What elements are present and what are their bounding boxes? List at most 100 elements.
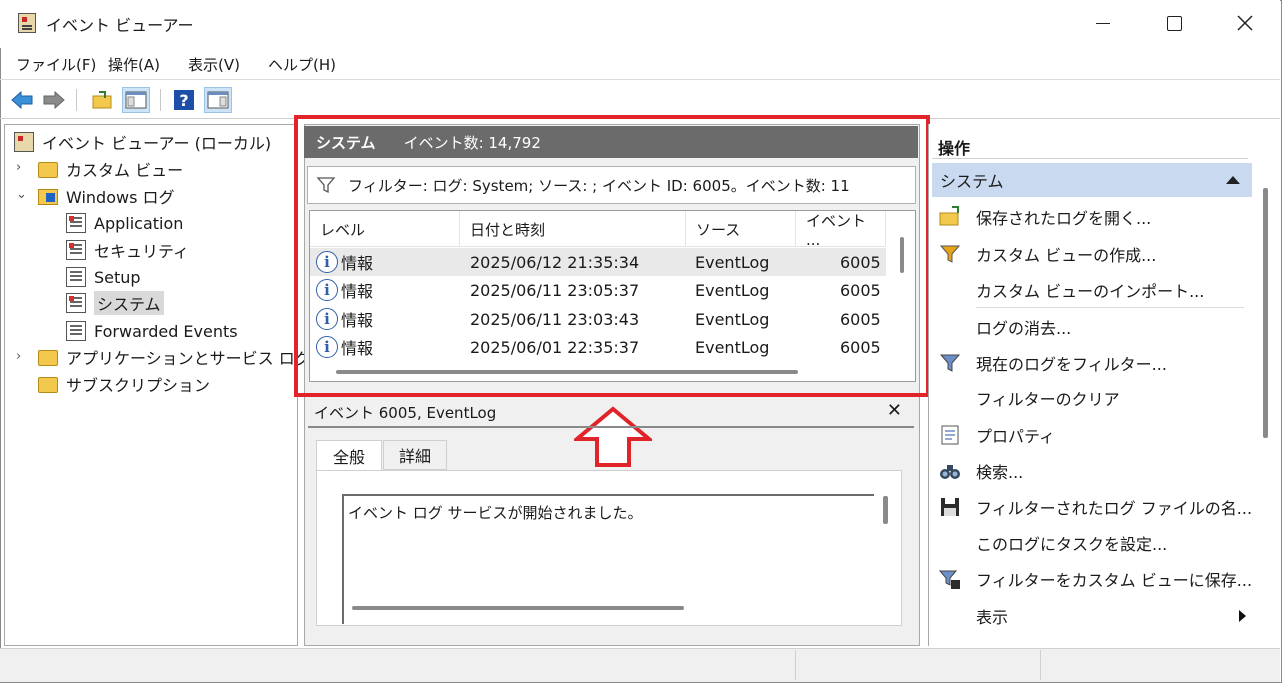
- tree-item-label: Setup: [94, 267, 141, 287]
- menu-file[interactable]: ファイル(F): [16, 54, 96, 75]
- column-event-id[interactable]: イベント ...: [796, 211, 886, 249]
- tree-item-label: サブスクリプション: [66, 376, 211, 395]
- action-clear-filter[interactable]: フィルターのクリア: [938, 383, 1248, 413]
- minimize-button[interactable]: [1080, 0, 1126, 46]
- actions-vertical-scrollbar[interactable]: [1263, 188, 1268, 438]
- cell-event-id: 6005: [840, 337, 881, 357]
- action-clear-log[interactable]: ログの消去...: [938, 312, 1248, 342]
- column-datetime[interactable]: 日付と時刻: [460, 211, 686, 247]
- menu-action[interactable]: 操作(A): [108, 54, 160, 75]
- tree-item-label: カスタム ビュー: [66, 161, 184, 180]
- action-save-filtered-log[interactable]: フィルターされたログ ファイルの名...: [938, 492, 1252, 522]
- action-label: 保存されたログを開く...: [976, 209, 1152, 228]
- chevron-right-icon[interactable]: ›: [16, 161, 26, 174]
- back-button[interactable]: [8, 87, 36, 113]
- forward-button[interactable]: [40, 87, 68, 113]
- tree-item-custom-views[interactable]: カスタム ビュー: [38, 157, 183, 181]
- log-icon: [66, 293, 86, 313]
- tree-item-security[interactable]: セキュリティ: [66, 238, 189, 262]
- collapse-caret-icon[interactable]: [1226, 176, 1240, 184]
- grid-horizontal-scrollbar[interactable]: [336, 370, 798, 374]
- action-label: フィルターされたログ ファイルの名...: [976, 499, 1253, 518]
- submenu-arrow-icon: [1239, 610, 1246, 622]
- grid-vertical-scrollbar[interactable]: [900, 237, 904, 273]
- action-properties[interactable]: プロパティ: [938, 420, 1248, 450]
- action-import-custom-view[interactable]: カスタム ビューのインポート...: [938, 275, 1248, 305]
- filter-icon: [939, 354, 961, 372]
- show-actions-button[interactable]: [204, 87, 232, 113]
- blank-icon: [938, 315, 962, 339]
- properties-icon: [941, 425, 959, 445]
- tree-item-application[interactable]: Application: [66, 211, 183, 235]
- maximize-button[interactable]: [1151, 0, 1197, 46]
- help-button[interactable]: ?: [170, 87, 198, 113]
- svg-text:?: ?: [179, 91, 188, 110]
- maximize-icon: [1166, 15, 1182, 31]
- table-row[interactable]: i 情報 2025/06/12 21:35:34 EventLog 6005: [310, 248, 886, 276]
- tree-item-windows-logs[interactable]: Windows ログ: [38, 184, 175, 208]
- action-find[interactable]: 検索...: [938, 456, 1248, 486]
- section-label: システム: [940, 172, 1004, 191]
- action-open-saved-log[interactable]: 保存されたログを開く...: [938, 202, 1248, 232]
- tab-details[interactable]: 詳細: [383, 440, 447, 470]
- table-row[interactable]: i 情報 2025/06/01 22:35:37 EventLog 6005: [310, 333, 886, 361]
- divider: [976, 307, 1244, 308]
- action-create-custom-view[interactable]: カスタム ビューの作成...: [938, 239, 1248, 269]
- description-vertical-scrollbar[interactable]: [883, 496, 888, 524]
- action-label: カスタム ビューのインポート...: [976, 282, 1205, 301]
- cell-level: 情報: [341, 254, 374, 273]
- column-source[interactable]: ソース: [686, 211, 796, 247]
- menu-bar: ファイル(F) 操作(A) 表示(V) ヘルプ(H): [0, 48, 1280, 80]
- log-icon: [66, 267, 86, 287]
- menu-view[interactable]: 表示(V): [188, 54, 240, 75]
- tree-item-label: Application: [94, 213, 184, 233]
- close-icon[interactable]: ✕: [887, 400, 902, 421]
- blank-icon: [938, 604, 962, 628]
- show-tree-button[interactable]: [122, 87, 150, 113]
- show-actions-icon: [207, 91, 229, 109]
- action-view[interactable]: 表示: [938, 601, 1248, 631]
- tree-root[interactable]: イベント ビューアー (ローカル): [14, 130, 271, 154]
- actions-title: 操作: [938, 139, 971, 158]
- menu-help[interactable]: ヘルプ(H): [268, 54, 336, 75]
- tree-item-label: セキュリティ: [94, 242, 190, 261]
- close-button[interactable]: [1222, 0, 1268, 46]
- open-folder-icon: [92, 91, 112, 109]
- tree-item-forwarded-events[interactable]: Forwarded Events: [66, 319, 238, 343]
- column-level[interactable]: レベル: [310, 211, 460, 247]
- cell-datetime: 2025/06/01 22:35:37: [470, 337, 640, 357]
- open-button[interactable]: [88, 87, 116, 113]
- action-label: ログの消去...: [976, 319, 1072, 338]
- table-row[interactable]: i 情報 2025/06/11 23:03:43 EventLog 6005: [310, 305, 886, 333]
- tree-item-system[interactable]: システム: [66, 291, 164, 315]
- chevron-down-icon[interactable]: ⌄: [16, 188, 27, 201]
- tree-item-setup[interactable]: Setup: [66, 265, 141, 289]
- description-text: イベント ログ サービスが開始されました。: [348, 504, 643, 522]
- tab-general[interactable]: 全般: [316, 440, 382, 470]
- description-horizontal-scrollbar[interactable]: [352, 606, 684, 610]
- show-tree-icon: [125, 91, 147, 109]
- tree-item-label: Windows ログ: [66, 188, 175, 207]
- tree-item-app-services[interactable]: アプリケーションとサービス ログ: [38, 345, 311, 369]
- cell-source: EventLog: [695, 252, 770, 272]
- chevron-right-icon[interactable]: ›: [16, 350, 26, 363]
- grid-header: レベル 日付と時刻 ソース イベント ...: [310, 211, 886, 249]
- action-attach-task[interactable]: このログにタスクを設定...: [938, 528, 1248, 558]
- create-view-filter-icon: [939, 245, 961, 263]
- event-description: イベント ログ サービスが開始されました。: [342, 494, 874, 624]
- action-save-filter-to-view[interactable]: フィルターをカスタム ビューに保存...: [938, 564, 1252, 594]
- blank-icon: [938, 531, 962, 555]
- status-divider: [795, 650, 796, 680]
- tree-item-subscriptions[interactable]: サブスクリプション: [38, 372, 210, 396]
- table-row[interactable]: i 情報 2025/06/11 23:05:37 EventLog 6005: [310, 276, 886, 304]
- forward-arrow-icon: [43, 90, 65, 110]
- action-filter-current-log[interactable]: 現在のログをフィルター...: [938, 348, 1248, 378]
- info-icon: i: [316, 251, 338, 273]
- actions-section-system[interactable]: システム: [932, 163, 1252, 197]
- cell-datetime: 2025/06/12 21:35:34: [470, 252, 640, 272]
- blank-icon: [938, 278, 962, 302]
- cell-level: 情報: [341, 282, 374, 301]
- info-icon: i: [316, 308, 338, 330]
- action-label: 検索...: [976, 463, 1024, 482]
- cell-level: 情報: [341, 339, 374, 358]
